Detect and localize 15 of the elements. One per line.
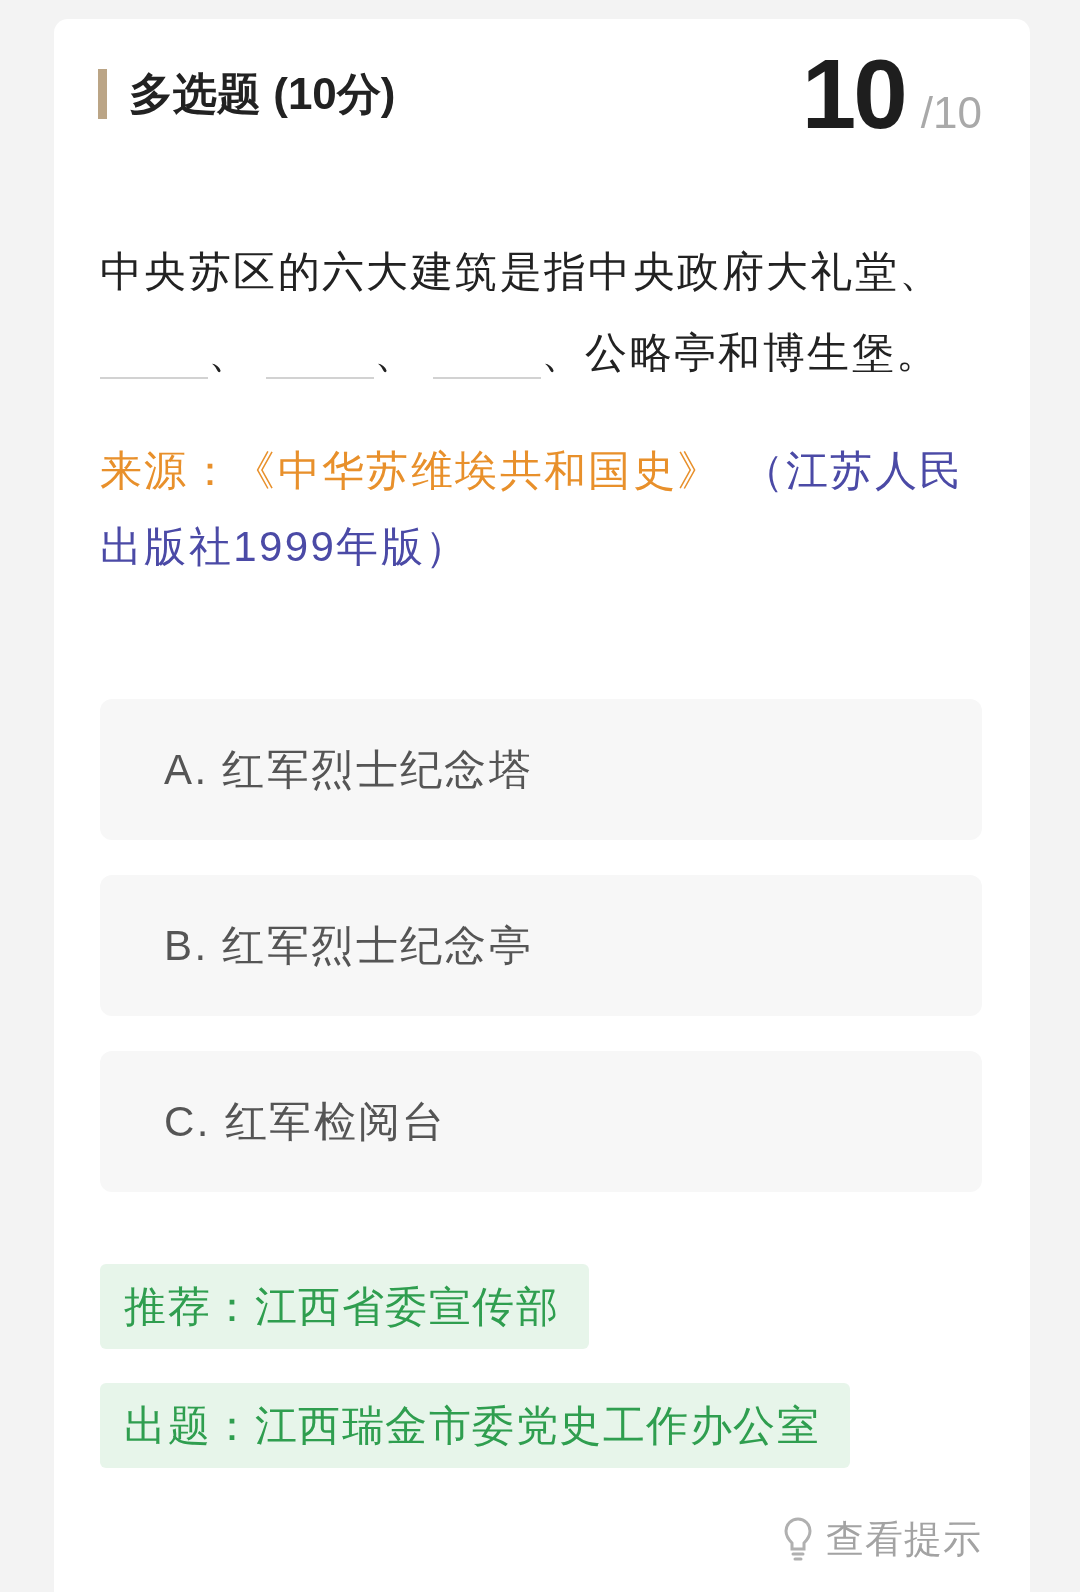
- source-citation: 来源：《中华苏维埃共和国史》 （江苏人民出版社1999年版）: [100, 446, 965, 572]
- answer-option[interactable]: C. 红军检阅台: [100, 1051, 982, 1192]
- answer-option[interactable]: B. 红军烈士纪念亭: [100, 875, 982, 1016]
- question-type-title: 多选题 (10分): [129, 72, 396, 116]
- max-score: /10: [920, 91, 982, 135]
- question-text: 、: [208, 329, 253, 376]
- answer-option[interactable]: A. 红军烈士纪念塔: [100, 699, 982, 840]
- question-text: 、: [374, 329, 419, 376]
- title-accent-bar: [98, 69, 107, 119]
- question-text: 、公略亭和博生堡。: [540, 329, 941, 376]
- credit-tag: 出题：江西瑞金市委党史工作办公室: [100, 1383, 850, 1468]
- credit-tag: 推荐：江西省委宣传部: [100, 1264, 589, 1349]
- question-text: 中央苏区的六大建筑是指中央政府大礼堂、: [100, 248, 944, 295]
- score-value: 10: [801, 45, 905, 143]
- lightbulb-icon: [784, 1517, 812, 1561]
